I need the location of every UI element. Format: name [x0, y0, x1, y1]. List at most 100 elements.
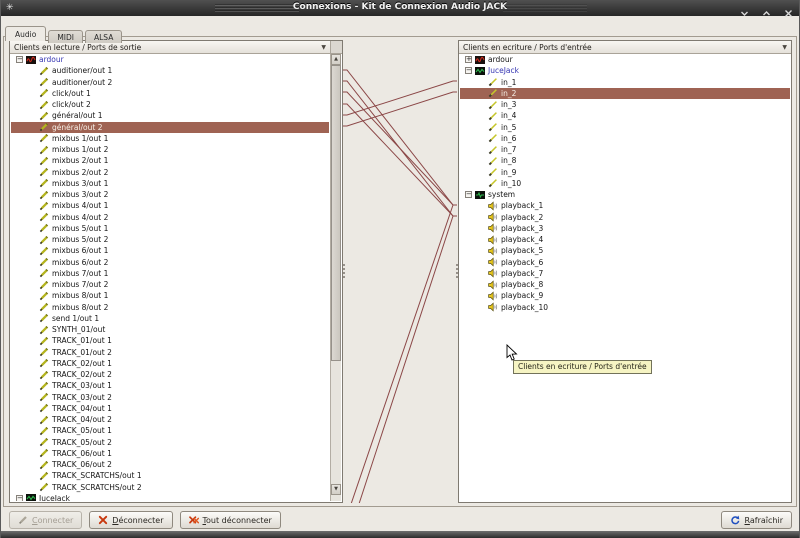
tree-row-auditioner-out-2[interactable]: auditioner/out 2	[11, 77, 329, 88]
tree-row-in-9[interactable]: in_9	[460, 167, 790, 178]
tree-row-track-06-out-1[interactable]: TRACK_06/out 1	[11, 448, 329, 459]
tree-row-playback-9[interactable]: playback_9	[460, 290, 790, 301]
collapse-icon[interactable]: −	[465, 67, 472, 75]
tree-row-mixbus-1-out-1[interactable]: mixbus 1/out 1	[11, 133, 329, 144]
tree-row-mixbus-5-out-2[interactable]: mixbus 5/out 2	[11, 234, 329, 245]
audio-input-port-icon	[488, 77, 498, 87]
tree-row-g-n-ral-out-2[interactable]: général/out 2	[11, 121, 329, 133]
scrollbar-thumb[interactable]	[331, 65, 341, 361]
titlebar[interactable]: ✳ Connexions - Kit de Connexion Audio JA…	[1, 0, 799, 17]
tree-row-in-3[interactable]: in_3	[460, 99, 790, 110]
tree-row-label: TRACK_01/out 1	[52, 336, 112, 346]
tree-row-auditioner-out-1[interactable]: auditioner/out 1	[11, 65, 329, 76]
audio-output-port-icon	[39, 291, 49, 301]
tree-row-ardour[interactable]: − ardour	[11, 54, 329, 65]
tree-row-mixbus-5-out-1[interactable]: mixbus 5/out 1	[11, 223, 329, 234]
expand-icon[interactable]: +	[465, 56, 472, 64]
tree-row-playback-2[interactable]: playback_2	[460, 212, 790, 223]
tree-row-click-out-1[interactable]: click/out 1	[11, 88, 329, 99]
audio-output-port-icon	[39, 325, 49, 335]
tree-row-playback-10[interactable]: playback_10	[460, 302, 790, 313]
tree-row-in-4[interactable]: in_4	[460, 110, 790, 121]
collapse-icon[interactable]: −	[16, 56, 23, 64]
tree-row-mixbus-2-out-2[interactable]: mixbus 2/out 2	[11, 167, 329, 178]
tree-row-label: in_10	[501, 178, 522, 188]
tab-alsa[interactable]: ALSA	[85, 30, 123, 43]
tree-row-send-1-out-1[interactable]: send 1/out 1	[11, 313, 329, 324]
tree-row-playback-5[interactable]: playback_5	[460, 245, 790, 256]
tree-row-playback-1[interactable]: playback_1	[460, 200, 790, 211]
tree-row-track-03-out-2[interactable]: TRACK_03/out 2	[11, 392, 329, 403]
tree-row-track-04-out-1[interactable]: TRACK_04/out 1	[11, 403, 329, 414]
tree-row-in-10[interactable]: in_10	[460, 178, 790, 189]
tree-row-click-out-2[interactable]: click/out 2	[11, 99, 329, 110]
tree-row-playback-4[interactable]: playback_4	[460, 234, 790, 245]
disconnect-all-button[interactable]: Tout déconnecter	[179, 511, 281, 529]
tree-row-in-1[interactable]: in_1	[460, 77, 790, 88]
tree-row-track-01-out-2[interactable]: TRACK_01/out 2	[11, 347, 329, 358]
tree-row-mixbus-6-out-1[interactable]: mixbus 6/out 1	[11, 245, 329, 256]
tree-row-label: TRACK_05/out 2	[52, 437, 112, 447]
tree-row-ardour[interactable]: + ardour	[460, 54, 790, 65]
tree-row-mixbus-4-out-1[interactable]: mixbus 4/out 1	[11, 200, 329, 211]
tree-row-track-04-out-2[interactable]: TRACK_04/out 2	[11, 414, 329, 425]
tree-row-track-06-out-2[interactable]: TRACK_06/out 2	[11, 459, 329, 470]
collapse-icon[interactable]: −	[16, 494, 23, 501]
tree-row-track-05-out-1[interactable]: TRACK_05/out 1	[11, 425, 329, 436]
collapse-icon[interactable]: −	[465, 191, 472, 199]
tree-row-in-2[interactable]: in_2	[460, 87, 790, 99]
tree-row-mixbus-1-out-2[interactable]: mixbus 1/out 2	[11, 144, 329, 155]
maximize-icon[interactable]	[762, 3, 771, 16]
tree-row-mixbus-3-out-1[interactable]: mixbus 3/out 1	[11, 178, 329, 189]
tab-midi[interactable]: MIDI	[48, 30, 83, 43]
tree-row-playback-7[interactable]: playback_7	[460, 268, 790, 279]
tree-row-mixbus-8-out-1[interactable]: mixbus 8/out 1	[11, 290, 329, 301]
tree-row-mixbus-6-out-2[interactable]: mixbus 6/out 2	[11, 257, 329, 268]
tree-row-label: playback_3	[501, 223, 544, 233]
tree-row-system[interactable]: − system	[460, 189, 790, 200]
tree-row-label: system	[488, 190, 516, 200]
audio-input-port-icon	[488, 100, 498, 110]
tab-audio[interactable]: Audio	[5, 26, 47, 41]
tree-row-mixbus-7-out-1[interactable]: mixbus 7/out 1	[11, 268, 329, 279]
input-ports-header[interactable]: Clients en ecriture / Ports d'entrée ▼	[459, 41, 791, 54]
tree-row-playback-6[interactable]: playback_6	[460, 257, 790, 268]
tree-row-in-5[interactable]: in_5	[460, 122, 790, 133]
disconnect-all-icon	[188, 515, 199, 525]
minimize-icon[interactable]	[740, 3, 749, 16]
tree-row-in-7[interactable]: in_7	[460, 144, 790, 155]
tree-row-mixbus-8-out-2[interactable]: mixbus 8/out 2	[11, 302, 329, 313]
connect-button[interactable]: Connecter	[9, 511, 83, 529]
left-tree-scrollbar[interactable]: ▲ ▼	[330, 54, 341, 501]
tree-row-mixbus-2-out-1[interactable]: mixbus 2/out 1	[11, 155, 329, 166]
tree-row-mixbus-3-out-2[interactable]: mixbus 3/out 2	[11, 189, 329, 200]
mouse-cursor	[506, 343, 519, 367]
scrollbar-up-icon[interactable]: ▲	[331, 54, 341, 65]
splitter-grip[interactable]	[343, 264, 345, 278]
tree-row-track-01-out-1[interactable]: TRACK_01/out 1	[11, 335, 329, 346]
sort-indicator-icon[interactable]: ▼	[321, 44, 326, 51]
tree-row-track-03-out-1[interactable]: TRACK_03/out 1	[11, 380, 329, 391]
tree-row-playback-8[interactable]: playback_8	[460, 279, 790, 290]
tree-row-in-8[interactable]: in_8	[460, 155, 790, 166]
tree-row-track-scratchs-out-1[interactable]: TRACK_SCRATCHS/out 1	[11, 470, 329, 481]
tree-row-jucejack[interactable]: − JuceJack	[460, 65, 790, 76]
tree-row-playback-3[interactable]: playback_3	[460, 223, 790, 234]
tree-row-track-02-out-1[interactable]: TRACK_02/out 1	[11, 358, 329, 369]
tree-row-track-scratchs-out-2[interactable]: TRACK_SCRATCHS/out 2	[11, 482, 329, 493]
tree-row-mixbus-4-out-2[interactable]: mixbus 4/out 2	[11, 212, 329, 223]
tree-row-synth-01-out[interactable]: SYNTH_01/out	[11, 324, 329, 335]
tree-row-mixbus-7-out-2[interactable]: mixbus 7/out 2	[11, 279, 329, 290]
scrollbar-down-icon[interactable]: ▼	[331, 484, 341, 495]
tree-row-label: mixbus 3/out 1	[52, 178, 109, 188]
tree-row-g-n-ral-out-1[interactable]: général/out 1	[11, 110, 329, 121]
disconnect-button[interactable]: Déconnecter	[89, 511, 173, 529]
audio-output-port-icon	[39, 167, 49, 177]
tree-row-jucejack[interactable]: − JuceJack	[11, 493, 329, 501]
refresh-button[interactable]: Rafraîchir	[721, 511, 792, 529]
tree-row-track-05-out-2[interactable]: TRACK_05/out 2	[11, 437, 329, 448]
sort-indicator-icon[interactable]: ▼	[782, 44, 787, 51]
close-icon[interactable]	[784, 3, 793, 17]
tree-row-track-02-out-2[interactable]: TRACK_02/out 2	[11, 369, 329, 380]
tree-row-in-6[interactable]: in_6	[460, 133, 790, 144]
